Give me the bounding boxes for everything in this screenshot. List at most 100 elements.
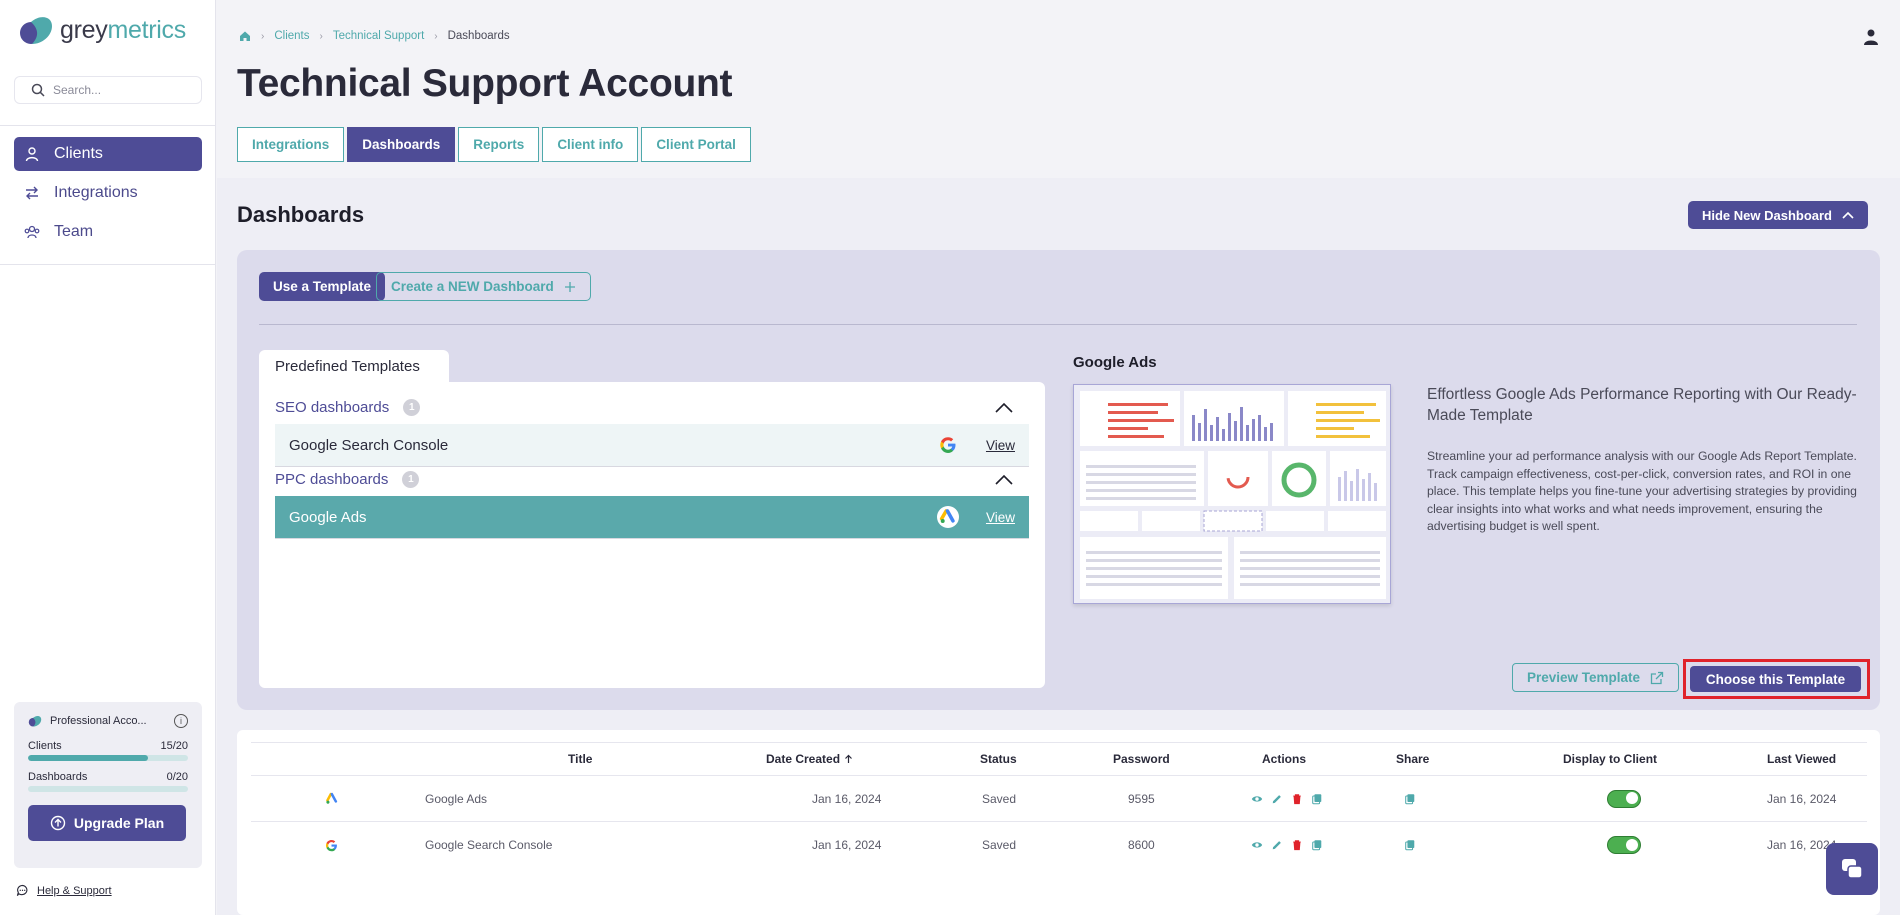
main-area: › Clients › Technical Support › Dashboar… <box>217 0 1900 915</box>
hide-new-dashboard-button[interactable]: Hide New Dashboard <box>1687 201 1868 229</box>
category-count-badge: 1 <box>403 398 421 416</box>
search-input[interactable]: Search... <box>14 76 202 104</box>
edit-pencil-icon[interactable] <box>1271 793 1283 805</box>
tab-bar: Integrations Dashboards Reports Client i… <box>237 127 751 162</box>
info-icon[interactable]: i <box>174 714 188 728</box>
chevron-up-icon <box>1842 211 1854 219</box>
use-template-button[interactable]: Use a Template <box>259 272 386 301</box>
row-title[interactable]: Google Search Console <box>425 822 552 868</box>
search-icon <box>31 83 45 97</box>
page-header: › Clients › Technical Support › Dashboar… <box>217 0 1900 178</box>
row-status: Saved <box>982 791 1017 806</box>
chat-windows-icon <box>1842 859 1863 879</box>
logo-mark-icon <box>20 17 52 44</box>
column-header-title[interactable]: Title <box>568 743 592 775</box>
category-ppc-dashboards[interactable]: PPC dashboards 1 <box>275 464 1029 494</box>
divider <box>259 324 1857 325</box>
tab-client-info[interactable]: Client info <box>542 127 639 162</box>
breadcrumb-clients[interactable]: Clients <box>274 30 309 42</box>
upgrade-plan-button[interactable]: Upgrade Plan <box>28 805 186 841</box>
category-label: PPC dashboards <box>275 470 389 488</box>
tab-client-portal[interactable]: Client Portal <box>641 127 751 162</box>
hide-new-dashboard-label: Hide New Dashboard <box>1701 207 1832 223</box>
divider <box>275 538 1029 539</box>
tab-reports[interactable]: Reports <box>458 127 540 162</box>
team-icon <box>24 225 40 239</box>
row-type-icon <box>325 822 338 868</box>
home-icon[interactable] <box>239 30 251 42</box>
row-actions <box>1251 822 1323 868</box>
create-new-dashboard-button[interactable]: Create a NEW Dashboard <box>376 272 591 301</box>
row-status: Saved <box>982 838 1017 852</box>
highlight-box: Choose this Template <box>1683 659 1870 699</box>
share-copy-icon[interactable] <box>1404 839 1416 851</box>
row-date-created: Jan 16, 2024 <box>812 791 882 806</box>
breadcrumb: › Clients › Technical Support › Dashboar… <box>239 30 510 42</box>
clients-meter-fill <box>28 755 148 761</box>
row-title[interactable]: Google Ads <box>425 776 487 821</box>
chevron-up-icon <box>995 402 1013 413</box>
tab-integrations[interactable]: Integrations <box>237 127 345 162</box>
column-header-password[interactable]: Password <box>1113 743 1170 775</box>
view-template-link[interactable]: View <box>986 510 1015 525</box>
edit-pencil-icon[interactable] <box>1271 839 1283 851</box>
account-icon[interactable] <box>1862 28 1880 46</box>
row-share <box>1404 822 1416 868</box>
new-dashboard-panel: Use a Template Create a NEW Dashboard Pr… <box>237 250 1880 710</box>
tab-dashboards[interactable]: Dashboards <box>347 127 456 162</box>
row-password: 8600 <box>1128 838 1155 852</box>
sort-asc-icon <box>845 754 852 763</box>
help-support-link[interactable]: Help & Support <box>16 884 112 897</box>
duplicate-copy-icon[interactable] <box>1311 793 1323 805</box>
column-header-share: Share <box>1396 752 1430 766</box>
dashboards-meter-label: Dashboards <box>28 771 88 783</box>
greymetrics-logo[interactable]: greymetrics <box>18 12 186 48</box>
sidebar-item-team[interactable]: Team <box>14 215 202 249</box>
clients-meter-value: 15/20 <box>160 740 188 752</box>
google-icon <box>325 839 337 851</box>
sidebar-item-label: Clients <box>54 145 103 162</box>
template-row-google-ads[interactable]: Google Ads View <box>275 496 1029 538</box>
choose-template-button[interactable]: Choose this Template <box>1690 666 1861 692</box>
row-date-created: Jan 16, 2024 <box>812 838 882 852</box>
tab-predefined-templates[interactable]: Predefined Templates <box>259 350 449 382</box>
duplicate-copy-icon[interactable] <box>1311 839 1323 851</box>
share-copy-icon[interactable] <box>1404 793 1416 805</box>
column-header-date-label: Date Created <box>766 752 841 766</box>
preview-description: Streamline your ad performance analysis … <box>1427 449 1857 533</box>
breadcrumb-technical-support[interactable]: Technical Support <box>333 30 424 42</box>
sidebar-item-label: Team <box>54 223 94 240</box>
plan-header: Professional Acco... i <box>28 714 188 728</box>
sidebar-item-integrations[interactable]: Integrations <box>14 176 202 210</box>
template-list: SEO dashboards 1 Google Search Console V… <box>259 382 1045 688</box>
clients-meter-label: Clients <box>28 740 62 752</box>
display-to-client-toggle[interactable] <box>1607 789 1641 808</box>
section-title: Dashboards <box>237 202 365 227</box>
category-label: SEO dashboards <box>275 398 390 416</box>
sidebar-item-clients[interactable]: Clients <box>14 137 202 171</box>
search-placeholder: Search... <box>53 83 102 97</box>
template-row-google-search-console[interactable]: Google Search Console View <box>275 424 1029 466</box>
breadcrumb-separator: › <box>261 30 265 42</box>
row-actions <box>1251 776 1323 821</box>
view-template-link[interactable]: View <box>986 438 1015 453</box>
column-header-date[interactable]: Date Created <box>766 743 853 775</box>
preview-template-button[interactable]: Preview Template <box>1512 663 1680 692</box>
category-seo-dashboards[interactable]: SEO dashboards 1 <box>275 392 1029 422</box>
view-eye-icon[interactable] <box>1251 839 1263 851</box>
table-row[interactable]: Google Ads Jan 16, 2024 Saved 9595 Jan 1… <box>251 776 1867 822</box>
column-header-last-viewed[interactable]: Last Viewed <box>1767 743 1836 775</box>
plan-logo-icon <box>28 715 42 727</box>
delete-trash-icon[interactable] <box>1291 839 1303 851</box>
external-link-icon <box>1650 671 1664 684</box>
row-display-toggle-cell <box>1607 776 1641 821</box>
view-eye-icon[interactable] <box>1251 793 1263 805</box>
row-type-icon <box>325 776 339 821</box>
column-header-status[interactable]: Status <box>980 743 1017 775</box>
chat-support-button[interactable] <box>1826 843 1878 895</box>
display-to-client-toggle[interactable] <box>1607 836 1641 854</box>
dashboards-meter: Dashboards 0/20 <box>28 771 188 792</box>
delete-trash-icon[interactable] <box>1291 793 1303 805</box>
table-row[interactable]: Google Search Console Jan 16, 2024 Saved… <box>251 822 1867 868</box>
breadcrumb-separator: › <box>434 30 438 42</box>
